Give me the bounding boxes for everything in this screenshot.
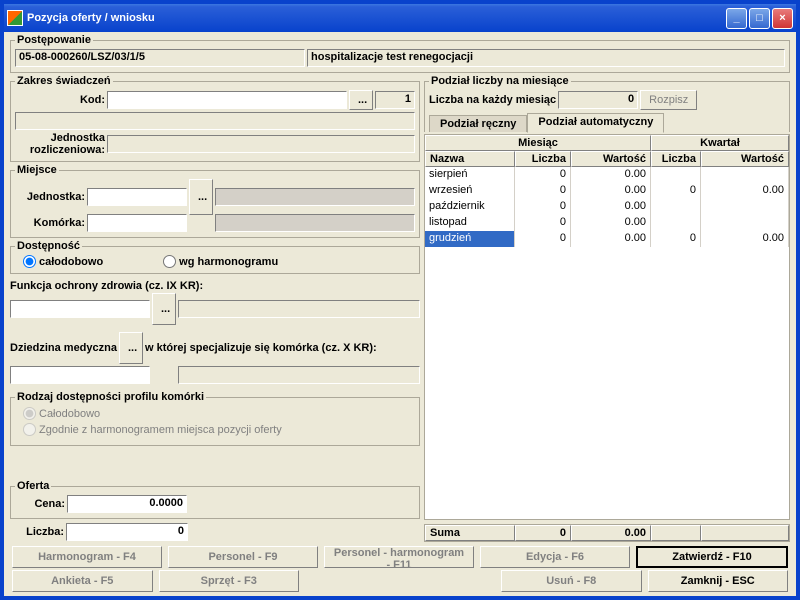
edycja-button: Edycja - F6 [480, 546, 630, 568]
header-kwartal: Kwartał [651, 135, 789, 151]
zakres-legend: Zakres świadczeń [15, 75, 113, 87]
postepowanie-group: Postępowanie 05-08-000260/LSZ/03/1/5 hos… [10, 34, 790, 73]
miejsce-group: Miejsce Jednostka: ... Komórka: [10, 164, 420, 238]
kod-index: 1 [375, 91, 415, 109]
header-nazwa: Nazwa [425, 151, 515, 167]
ankieta-button: Ankieta - F5 [12, 570, 153, 592]
kod-input[interactable] [107, 91, 347, 109]
window-title: Pozycja oferty / wniosku [27, 12, 726, 24]
dostepnosc-calodobowo-radio[interactable]: całodobowo [23, 255, 103, 268]
jednostka-rozl-label: Jednostkarozliczeniowa: [15, 132, 105, 156]
jednostka-input[interactable] [87, 188, 187, 206]
dostepnosc-legend: Dostępność [15, 240, 82, 252]
sprzet-button: Sprzęt - F3 [159, 570, 300, 592]
header-miesiac: Miesiąc [425, 135, 651, 151]
harmonogram-button: Harmonogram - F4 [12, 546, 162, 568]
dziedzina-browse-button[interactable]: ... [119, 332, 143, 364]
dziedzina-display [178, 366, 420, 384]
komorka-label: Komórka: [15, 217, 85, 229]
table-row[interactable]: październik00.00 [425, 199, 789, 215]
jednostka-rozl-value [107, 135, 415, 153]
funkcja-input[interactable] [10, 300, 150, 318]
postepowanie-legend: Postępowanie [15, 34, 93, 46]
liczba-value[interactable]: 0 [66, 523, 188, 541]
zatwierdz-button[interactable]: Zatwierdź - F10 [636, 546, 788, 568]
rodzaj-legend: Rodzaj dostępności profilu komórki [15, 391, 206, 403]
suma-liczba: 0 [515, 525, 571, 541]
zakres-display [15, 112, 415, 130]
oferta-group: Oferta Cena: 0.0000 [10, 480, 420, 519]
header-wartosc-k: Wartość [701, 151, 789, 167]
jednostka-label: Jednostka: [15, 191, 85, 203]
sum-row: Suma 0 0.00 [424, 524, 790, 542]
dziedzina-input[interactable] [10, 366, 150, 384]
funkcja-label: Funkcja ochrony zdrowia (cz. IX KR): [10, 280, 420, 292]
komorka-input[interactable] [87, 214, 187, 232]
close-button[interactable]: × [772, 8, 793, 29]
podzial-group: Podział liczby na miesiące Liczba na każ… [424, 75, 790, 132]
zakres-group: Zakres świadczeń Kod: ... 1 Jednostkaroz… [10, 75, 420, 162]
dostepnosc-group: Dostępność całodobowo wg harmonogramu [10, 240, 420, 274]
cena-value[interactable]: 0.0000 [67, 495, 187, 513]
minimize-button[interactable]: _ [726, 8, 747, 29]
rodzaj-harmonogram-radio: Zgodnie z harmonogramem miejsca pozycji … [23, 423, 282, 436]
kod-label: Kod: [15, 94, 105, 106]
table-row[interactable]: grudzień00.0000.00 [425, 231, 789, 247]
tab-podzial-reczny[interactable]: Podział ręczny [429, 115, 527, 132]
table-row[interactable]: sierpień00.00 [425, 167, 789, 183]
podzial-liczba-value: 0 [558, 91, 638, 109]
dostepnosc-harmonogram-radio[interactable]: wg harmonogramu [163, 255, 278, 268]
table-row[interactable]: wrzesień00.0000.00 [425, 183, 789, 199]
header-liczba-k: Liczba [651, 151, 701, 167]
usun-button: Usuń - F8 [501, 570, 642, 592]
podzial-legend: Podział liczby na miesiące [429, 75, 571, 87]
suma-wartosc: 0.00 [571, 525, 651, 541]
dziedzina-label1: Dziedzina medyczna [10, 342, 117, 354]
personel-harm-button: Personel - harmonogram - F11 [324, 546, 474, 568]
table-row[interactable]: listopad00.00 [425, 215, 789, 231]
titlebar: Pozycja oferty / wniosku _ □ × [4, 4, 796, 32]
maximize-button[interactable]: □ [749, 8, 770, 29]
header-liczba-m: Liczba [515, 151, 571, 167]
komorka-display [215, 214, 415, 232]
rodzaj-group: Rodzaj dostępności profilu komórki Całod… [10, 391, 420, 446]
rodzaj-calodobowo-radio: Całodobowo [23, 407, 100, 420]
dziedzina-label2: w której specjalizuje się komórka (cz. X… [145, 342, 377, 354]
funkcja-browse-button[interactable]: ... [152, 293, 176, 325]
postepowanie-code: 05-08-000260/LSZ/03/1/5 [15, 49, 305, 67]
app-icon [7, 10, 23, 26]
miejsce-legend: Miejsce [15, 164, 59, 176]
funkcja-display [178, 300, 420, 318]
postepowanie-desc: hospitalizacje test renegocjacji [307, 49, 785, 67]
kod-browse-button[interactable]: ... [349, 90, 373, 110]
rozpisz-button: Rozpisz [640, 90, 697, 110]
cena-label: Cena: [15, 498, 65, 510]
zamknij-button[interactable]: Zamknij - ESC [648, 570, 789, 592]
liczba-label: Liczba: [10, 526, 64, 538]
months-grid[interactable]: Miesiąc Kwartał Nazwa Liczba Wartość Lic… [424, 134, 790, 520]
jednostka-display [215, 188, 415, 206]
tab-podzial-automatyczny[interactable]: Podział automatyczny [527, 113, 664, 133]
oferta-legend: Oferta [15, 480, 51, 492]
window: Pozycja oferty / wniosku _ □ × Postępowa… [3, 3, 797, 597]
header-wartosc-m: Wartość [571, 151, 651, 167]
miejsce-browse-button[interactable]: ... [189, 179, 213, 215]
suma-label: Suma [425, 525, 515, 541]
personel-button: Personel - F9 [168, 546, 318, 568]
podzial-liczba-label: Liczba na każdy miesiąc [429, 94, 556, 106]
